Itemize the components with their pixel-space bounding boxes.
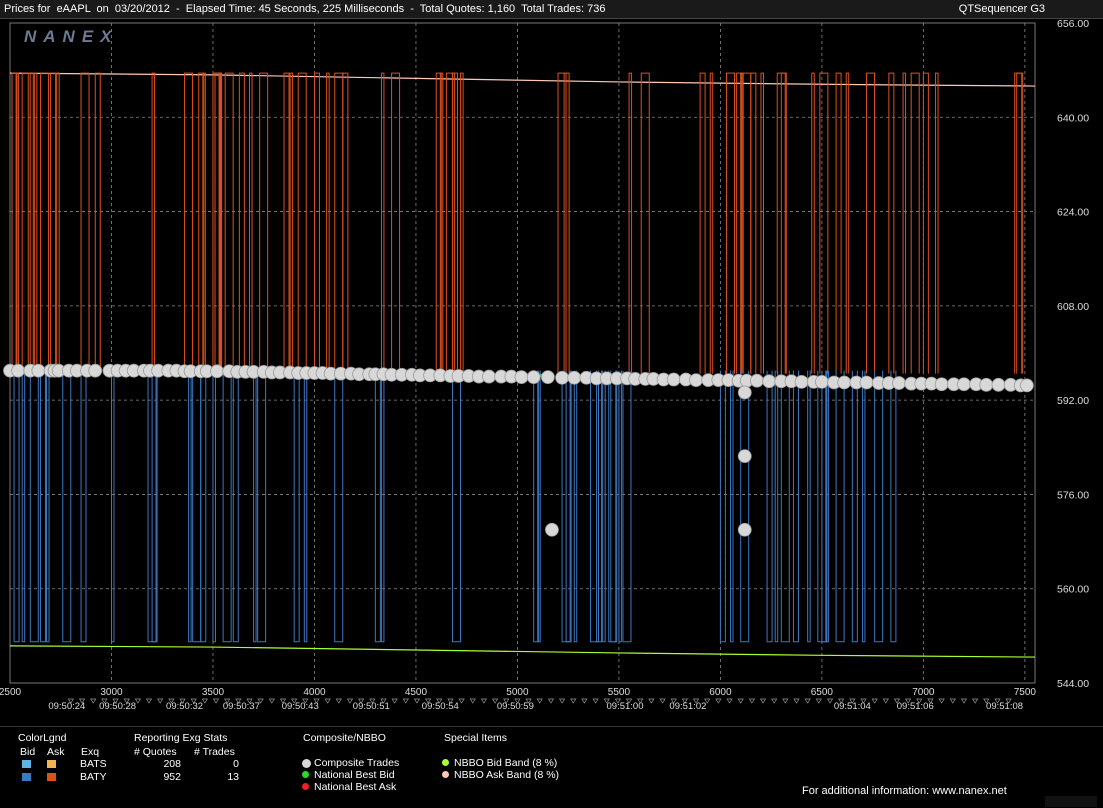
legend-panel: ColorLgnd Bid Ask Exq BATS BATY Reportin… [0,726,1103,808]
baty-ask-swatch [47,773,56,781]
quotes-count: 208 [163,758,181,770]
trade-point [892,376,906,390]
x-tick-label: 5000 [506,687,529,698]
quotes-header: # Quotes [134,746,177,758]
trade-point [88,363,103,378]
trade-point [737,522,752,537]
y-tick-label: 656.00 [1057,19,1089,30]
best-bid-dot [302,771,309,778]
baty-bid-swatch [22,773,31,781]
trades-count: 13 [227,771,239,783]
trade-point [514,370,529,385]
title-bar: Prices for eAAPL on 03/20/2012 - Elapsed… [0,0,1103,19]
time-label: 09:51:08 [986,701,1023,712]
trade-point [666,372,681,387]
trade-point [31,363,46,378]
trade-point [934,377,949,392]
composite-label: Composite Trades [314,757,400,769]
quotes-count: 952 [163,771,181,783]
x-tick-label: 4500 [405,687,428,698]
time-label: 09:51:02 [669,701,706,712]
x-tick-label: 3500 [202,687,225,698]
trade-point [11,363,26,378]
trade-point [545,522,559,537]
trade-point [814,374,829,389]
resize-grip [1045,796,1097,807]
time-label: 09:51:00 [607,701,644,712]
y-tick-label: 640.00 [1057,112,1089,124]
trade-point [979,377,994,392]
x-tick-label: 7000 [912,687,935,698]
trade-point [482,369,496,384]
x-tick-label: 3000 [100,687,123,698]
price-chart: NANEX 544.00 560.00 576.00 592.00 608.00 624.0… [0,19,1103,725]
x-tick-label: 7500 [1014,687,1037,698]
trades-count: 0 [233,758,239,770]
bid-header: Bid [20,746,36,758]
y-tick-label: 560.00 [1057,584,1089,596]
x-tick-label: 6500 [811,687,834,698]
trade-point [526,370,541,385]
composite-title: Composite/NBBO [303,732,386,744]
y-tick-label: 624.00 [1057,207,1089,219]
stats-title: Reporting Exg Stats [134,732,228,744]
trade-point [737,449,752,464]
window-title: Prices for eAAPL on 03/20/2012 - Elapsed… [4,3,606,15]
time-label: 09:50:54 [422,701,459,712]
x-tick-label: 6000 [709,687,732,698]
bats-bid-swatch [22,760,31,768]
ask-band-dot [442,771,449,778]
x-tick-label: 2500 [0,687,22,698]
app-name: QTSequencer G3 [958,3,1045,15]
bid-band-dot [442,759,449,766]
trade-point [540,370,555,385]
exq-header: Exq [81,746,100,758]
footer-info: For additional information: www.nanex.ne… [802,785,1007,797]
trade-point [794,374,809,389]
y-tick-label: 544.00 [1057,678,1089,690]
trade-point [210,364,224,379]
composite-trades-dot [302,759,311,768]
y-tick-label: 576.00 [1057,489,1089,501]
nanex-logo: NANEX [24,27,119,46]
x-tick-label: 4000 [303,687,326,698]
trade-point [555,370,569,385]
ask-header: Ask [47,746,65,758]
colorlegend-title: ColorLgnd [18,732,67,744]
trade-point [567,370,582,385]
special-title: Special Items [444,732,508,744]
trade-point [859,375,874,390]
composite-label: National Best Ask [314,781,397,793]
bats-ask-swatch [47,760,56,768]
trade-point [991,377,1006,392]
time-label: 09:50:24 [48,701,85,712]
exchange-name: BATS [80,758,107,770]
y-tick-label: 592.00 [1057,395,1089,407]
special-label: NBBO Bid Band (8 %) [454,757,558,769]
trade-point [1019,378,1034,393]
trade-point [750,373,764,388]
trade-point [762,374,777,389]
x-tick-label: 5500 [608,687,631,698]
plot-area [9,22,1036,684]
exchange-name: BATY [80,771,107,783]
y-tick-label: 608.00 [1057,301,1089,313]
trade-point [957,377,971,392]
composite-label: National Best Bid [314,769,395,781]
trade-point [837,375,852,390]
special-label: NBBO Ask Band (8 %) [454,769,560,781]
trades-header: # Trades [194,746,235,758]
trade-point [689,373,703,388]
time-label: 09:50:51 [353,701,390,712]
trade-point [737,385,752,400]
time-label: 09:50:43 [282,701,319,712]
time-label: 09:50:37 [223,701,260,712]
time-label: 09:51:06 [897,701,934,712]
best-ask-dot [302,783,309,790]
